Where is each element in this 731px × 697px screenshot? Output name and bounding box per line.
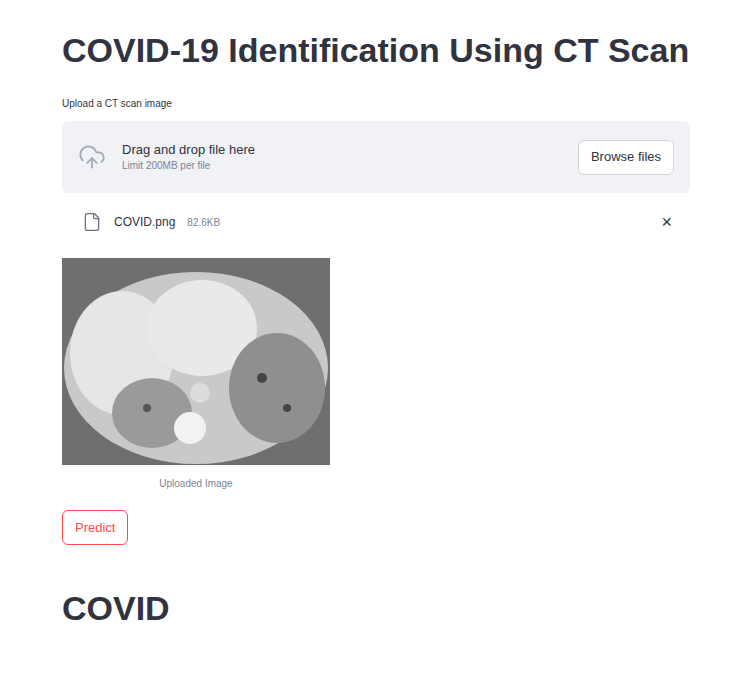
predict-button[interactable]: Predict: [62, 510, 128, 545]
uploaded-file-row: COVID.png 82.6KB ×: [62, 210, 690, 234]
browse-files-button[interactable]: Browse files: [578, 140, 674, 175]
remove-file-button[interactable]: ×: [659, 213, 674, 231]
page-title: COVID-19 Identification Using CT Scan: [62, 21, 690, 79]
prediction-result: COVID: [62, 584, 690, 632]
uploader-label: Upload a CT scan image: [62, 97, 690, 111]
size-limit: Limit 200MB per file: [122, 159, 562, 173]
file-dropzone[interactable]: Drag and drop file hereLimit 200MB per f…: [62, 121, 690, 193]
ct-scan-image: [62, 258, 330, 465]
app: COVID-19 Identification Using CT Scan Upl…: [0, 0, 731, 697]
cloud-upload-icon: [78, 143, 106, 171]
file-size: 82.6KB: [187, 215, 647, 230]
file-icon: [82, 212, 102, 232]
image-caption: Uploaded Image: [62, 476, 330, 492]
drop-text: Drag and drop file here: [122, 141, 562, 159]
file-name: COVID.png: [114, 213, 175, 231]
